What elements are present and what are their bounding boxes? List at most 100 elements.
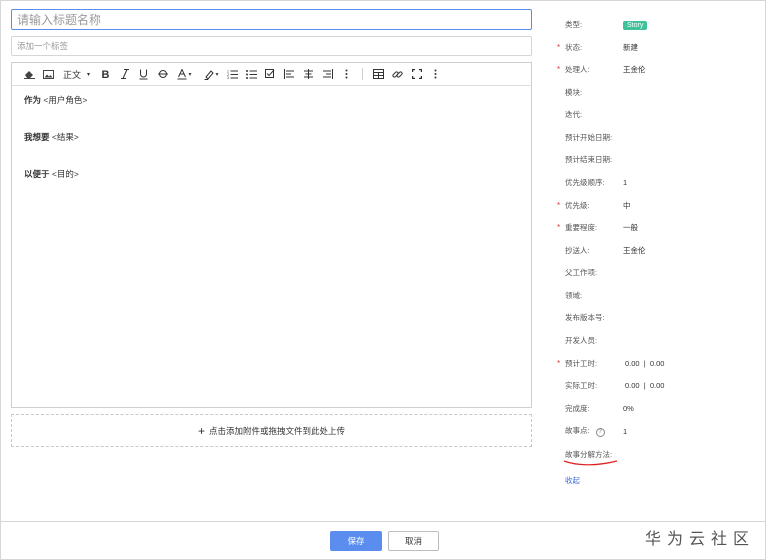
editor-bold-text: 以便于 [24,169,50,179]
strikethrough-icon[interactable] [153,65,172,84]
collapse-label: 收起 [565,475,580,485]
field-label: 类型: [565,19,583,29]
field-value: 王金伦 [623,245,646,255]
field-value: 中 [623,200,631,210]
field-value: 1 [623,177,628,187]
required-marker: * [557,200,561,210]
upload-label: 点击添加附件或拖拽文件到此处上传 [209,425,346,436]
font-color-icon[interactable]: ▾ [172,65,196,84]
field-value: 王金伦 [623,64,646,74]
field-parent[interactable]: 父工作项: [557,265,757,279]
field-priority-order[interactable]: 优先级顺序: 1 [557,175,757,189]
field-developer[interactable]: 开发人员: [557,333,757,347]
attachment-upload-area[interactable]: + 点击添加附件或拖拽文件到此处上传 [11,414,532,447]
align-center-icon[interactable] [299,65,318,84]
collapse-link[interactable]: 收起 [557,473,757,487]
underline-icon[interactable] [134,65,153,84]
paragraph-format-label: 正文 [63,69,82,80]
field-value: 0% [623,403,634,413]
editor-text: <结果> [49,132,79,142]
field-type: 类型: Story [557,17,757,31]
fullscreen-icon[interactable] [407,65,426,84]
eraser-icon[interactable] [20,65,39,84]
field-domain[interactable]: 领域: [557,288,757,302]
type-badge-text: Story [623,20,648,30]
field-label: 开发人员: [565,335,598,345]
field-value: 0.00 | 0.00 [625,380,665,390]
field-iteration[interactable]: 迭代: [557,107,757,121]
field-handler[interactable]: * 处理人: 王金伦 [557,62,757,76]
field-label: 预计结束日期: [565,154,613,164]
checklist-icon[interactable] [261,65,280,84]
dropdown-arrow-icon: ▾ [188,71,192,78]
ordered-list-icon[interactable]: 123 [223,65,242,84]
editor-text: <用户角色> [41,95,88,105]
tag-input[interactable] [11,36,532,56]
field-actual-hours[interactable]: 实际工时: 0.00 | 0.00 [557,378,757,392]
field-label: 预计开始日期: [565,132,613,142]
story-points-label: 故事点: [565,426,590,435]
editor-bold-text: 作为 [24,95,42,105]
help-icon[interactable]: ? [595,428,605,437]
plus-icon: + [197,423,205,438]
align-left-icon[interactable] [280,65,299,84]
field-value: 1 [623,426,628,436]
save-button[interactable]: 保存 [330,531,382,551]
field-label: 模块: [565,87,583,97]
field-label: 实际工时: [565,380,598,390]
field-label: 优先级: [565,200,590,210]
italic-icon[interactable] [115,65,134,84]
field-release[interactable]: 发布版本号: [557,310,757,324]
footer-divider [0,521,766,522]
field-cc[interactable]: 抄送人: 王金伦 [557,243,757,257]
field-value: 0.00 | 0.00 [625,358,665,368]
field-value: 一般 [623,222,638,232]
svg-text:B: B [102,69,110,79]
red-underline-annotation [563,460,618,466]
field-story-points[interactable]: 故事点:? 1 [557,424,757,438]
rich-text-editor: 正文 ▾ B ▾ ▾ 123 作为 <用户角色> 我想要 <结果> 以便于 <目… [11,62,532,408]
required-marker: * [557,222,561,232]
field-label: 优先级顺序: [565,177,605,187]
highlight-icon[interactable]: ▾ [199,65,223,84]
align-right-icon[interactable] [318,65,337,84]
field-plan-end[interactable]: 预计结束日期: [557,152,757,166]
title-input[interactable] [11,9,532,30]
field-label: 父工作项: [565,267,598,277]
field-importance[interactable]: * 重要程度: 一般 [557,220,757,234]
field-value: 新建 [623,42,638,52]
field-label: 完成度: [565,403,590,413]
field-estimated-hours[interactable]: * 预计工时: 0.00 | 0.00 [557,356,757,370]
required-marker: * [557,42,561,52]
table-icon[interactable] [369,65,388,84]
dropdown-arrow-icon: ▾ [215,71,219,78]
image-icon[interactable] [39,65,58,84]
link-icon[interactable] [388,65,407,84]
required-marker: * [557,358,561,368]
editor-content[interactable]: 作为 <用户角色> 我想要 <结果> 以便于 <目的> [12,86,531,188]
type-badge[interactable]: Story [623,20,648,30]
editor-text: <目的> [49,169,79,179]
field-label: 状态: [565,42,583,52]
field-plan-start[interactable]: 预计开始日期: [557,130,757,144]
more-icon[interactable] [337,65,356,84]
dropdown-arrow-icon: ▾ [87,71,91,78]
field-module[interactable]: 模块: [557,85,757,99]
field-completion[interactable]: 完成度: 0% [557,401,757,415]
required-marker: * [557,64,561,74]
field-label: 处理人: [565,64,590,74]
paragraph-format-dropdown[interactable]: 正文 ▾ [61,65,92,84]
field-status[interactable]: * 状态: 新建 [557,40,757,54]
more-icon[interactable] [426,65,445,84]
bullet-list-icon[interactable] [242,65,261,84]
editor-line: 以便于 <目的> [24,168,519,180]
toolbar-divider [362,68,364,80]
field-label: 预计工时: [565,358,598,368]
field-label: 迭代: [565,109,583,119]
cancel-button[interactable]: 取消 [388,531,439,551]
editor-line: 我想要 <结果> [24,131,519,143]
field-priority[interactable]: * 优先级: 中 [557,198,757,212]
bold-icon[interactable]: B [96,65,115,84]
field-label: 重要程度: [565,222,598,232]
svg-text:3: 3 [227,76,229,79]
